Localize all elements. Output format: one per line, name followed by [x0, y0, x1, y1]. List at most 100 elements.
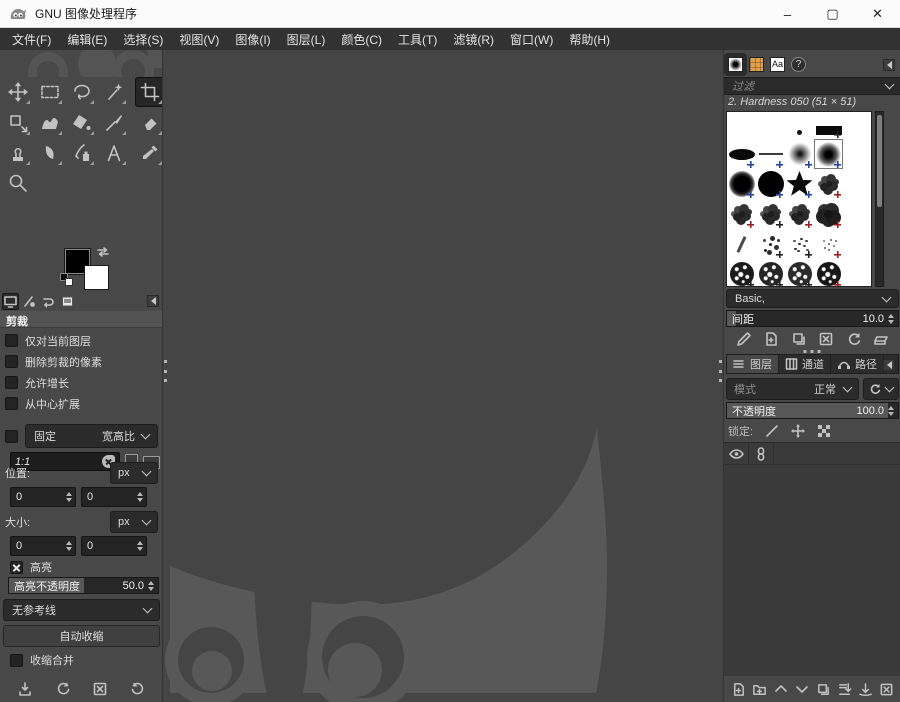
spinner-arrows[interactable]	[137, 492, 143, 502]
brush-sponge-04[interactable]	[814, 259, 843, 286]
smudge-tool[interactable]	[35, 138, 65, 168]
brush-grid-scrollbar[interactable]	[875, 111, 884, 287]
maximize-button[interactable]: ▢	[810, 0, 855, 28]
mode-switch-button[interactable]	[863, 378, 899, 400]
highlight-opacity-slider[interactable]: 高亮不透明度 50.0	[8, 577, 159, 594]
clone-tool[interactable]	[3, 138, 33, 168]
left-splitter-handle[interactable]	[164, 360, 167, 382]
eraser-tool[interactable]	[135, 108, 162, 138]
text-tool[interactable]	[99, 138, 129, 168]
brush-hardness-100[interactable]	[756, 169, 785, 199]
brush-dots-medium[interactable]	[785, 229, 814, 259]
link-toggle[interactable]	[749, 443, 774, 464]
delete-tool-preset-button[interactable]	[89, 679, 111, 699]
menu-item[interactable]: 工具(T)	[390, 28, 445, 51]
spinner-arrows[interactable]	[148, 581, 154, 591]
highlight-checkbox[interactable]	[10, 560, 23, 574]
canvas-area[interactable]	[163, 50, 723, 702]
spinner-arrows[interactable]	[66, 541, 72, 551]
fixed-dropdown[interactable]: 固定 宽高比	[25, 424, 158, 448]
brush-spacing-slider[interactable]: 间距 10.0	[726, 310, 899, 327]
brush-dots-sparse[interactable]	[756, 229, 785, 259]
menu-item[interactable]: 帮助(H)	[561, 28, 618, 51]
layer-mode-dropdown[interactable]: 模式 正常	[726, 378, 859, 400]
menu-item[interactable]: 滤镜(R)	[445, 28, 502, 51]
size-height-input[interactable]: 0	[81, 536, 147, 556]
brush-dots-fine[interactable]	[814, 229, 843, 259]
menu-item[interactable]: 图层(L)	[279, 28, 334, 51]
spinner-arrows[interactable]	[66, 492, 72, 502]
lock-pixels-icon[interactable]	[765, 424, 779, 438]
brush-slash[interactable]	[727, 229, 756, 259]
spinner-arrows[interactable]	[137, 541, 143, 551]
brush-dot-small[interactable]	[785, 112, 814, 139]
refresh-brushes-button[interactable]	[843, 329, 865, 349]
brush-star[interactable]	[785, 169, 814, 199]
brush-line[interactable]	[756, 139, 785, 169]
brush-chalk-02[interactable]	[727, 199, 756, 229]
menu-item[interactable]: 图像(I)	[227, 28, 278, 51]
size-unit-dropdown[interactable]: px	[110, 510, 158, 533]
position-unit-dropdown[interactable]: px	[110, 461, 158, 484]
checkbox[interactable]	[5, 355, 18, 368]
fonts-tab[interactable]: Aa	[768, 55, 787, 74]
ink-tool[interactable]	[67, 138, 97, 168]
undo-history-tab[interactable]	[40, 293, 57, 310]
open-brush-as-image-button[interactable]	[870, 329, 892, 349]
brush-block[interactable]	[814, 112, 843, 139]
checkbox[interactable]	[5, 334, 18, 347]
position-x-input[interactable]: 0	[10, 487, 76, 507]
visibility-toggle[interactable]	[724, 443, 749, 464]
raise-layer-button[interactable]	[770, 679, 791, 699]
paths-tab[interactable]: 路径	[831, 355, 884, 373]
brush-charcoal[interactable]	[814, 199, 843, 229]
dock-splitter-handle[interactable]	[802, 350, 823, 353]
brush-sponge-02[interactable]	[756, 259, 785, 286]
brush-collection-dropdown[interactable]: Basic,	[726, 289, 899, 308]
right-splitter-handle[interactable]	[719, 360, 722, 382]
device-status-tab[interactable]	[21, 293, 38, 310]
delete-brush-button[interactable]	[815, 329, 837, 349]
restore-tool-preset-button[interactable]	[52, 679, 74, 699]
brushes-menu-button[interactable]	[883, 59, 895, 71]
scrollbar-thumb[interactable]	[877, 115, 882, 207]
menu-item[interactable]: 颜色(C)	[333, 28, 390, 51]
menu-item[interactable]: 编辑(E)	[59, 28, 115, 51]
brush-sponge-03[interactable]	[785, 259, 814, 286]
brush-empty[interactable]	[756, 112, 785, 139]
patterns-tab[interactable]	[747, 55, 766, 74]
layer-list[interactable]	[724, 442, 900, 676]
menu-item[interactable]: 文件(F)	[4, 28, 59, 51]
tool-options-tab[interactable]	[2, 292, 19, 310]
warp-transform-tool[interactable]	[35, 108, 65, 138]
checkbox[interactable]	[5, 376, 18, 389]
lock-position-icon[interactable]	[791, 424, 806, 438]
brush-hardness-050[interactable]	[814, 139, 843, 169]
save-tool-preset-button[interactable]	[14, 679, 36, 699]
brush-sponge-01[interactable]	[727, 259, 756, 286]
brush-chalk-04[interactable]	[785, 199, 814, 229]
delete-layer-button[interactable]	[876, 679, 897, 699]
rectangle-select-tool[interactable]	[35, 77, 65, 107]
tool-options-menu-button[interactable]	[147, 295, 159, 307]
checkbox[interactable]	[5, 397, 18, 410]
new-brush-button[interactable]	[760, 329, 782, 349]
move-tool[interactable]	[3, 77, 33, 107]
brush-hardness-075[interactable]	[727, 169, 756, 199]
menu-item[interactable]: 窗口(W)	[502, 28, 561, 51]
menu-item[interactable]: 视图(V)	[171, 28, 227, 51]
images-tab[interactable]	[59, 293, 76, 310]
reset-tool-options-button[interactable]	[127, 679, 149, 699]
background-color-swatch[interactable]	[84, 265, 109, 290]
merge-layer-button[interactable]	[834, 679, 855, 699]
brush-ellipse[interactable]	[727, 139, 756, 169]
auto-shrink-button[interactable]: 自动收缩	[3, 625, 160, 647]
fuzzy-select-tool[interactable]	[99, 77, 129, 107]
brush-empty[interactable]	[727, 112, 756, 139]
guides-dropdown[interactable]: 无参考线	[3, 599, 160, 621]
brushes-tab[interactable]	[726, 54, 745, 74]
color-picker-tool[interactable]	[135, 138, 162, 168]
layers-tab[interactable]: 图层	[727, 355, 779, 373]
bucket-fill-tool[interactable]	[67, 108, 97, 138]
new-layer-group-button[interactable]	[749, 679, 770, 699]
